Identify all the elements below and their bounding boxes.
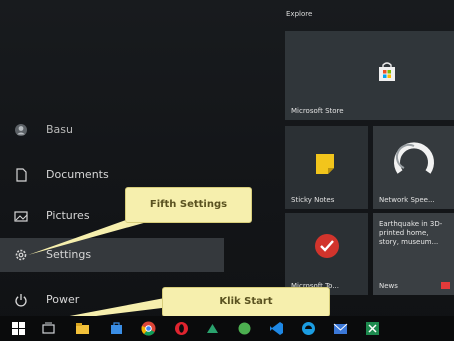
speed-gauge-icon (394, 142, 434, 174)
tile-network-speed[interactable]: Network Spee... (373, 126, 454, 209)
desktop: Basu Documents Pictures Settings Power E… (0, 0, 454, 341)
taskbar (0, 316, 454, 341)
chrome-icon[interactable] (140, 320, 157, 337)
tile-label: Microsoft Store (291, 107, 344, 115)
news-headline: Earthquake in 3D-printed home, story, mu… (379, 220, 443, 246)
tile-microsoft-store[interactable]: Microsoft Store (285, 31, 454, 120)
tile-group-title: Explore (286, 10, 313, 18)
nav-item-label: Documents (46, 168, 109, 181)
nav-item-settings[interactable]: Settings (0, 238, 224, 272)
sticky-notes-icon (316, 154, 334, 174)
vscode-icon[interactable] (268, 320, 285, 337)
nav-item-label: Basu (46, 123, 73, 136)
task-view-icon[interactable] (40, 320, 57, 337)
app-icon[interactable] (204, 320, 221, 337)
nav-item-label: Power (46, 293, 80, 306)
start-menu-nav: Basu Documents Pictures Settings Power (0, 0, 232, 316)
settings-callout: Fifth Settings (125, 187, 252, 223)
file-explorer-icon[interactable] (74, 320, 91, 337)
tile-label: Sticky Notes (291, 196, 335, 204)
mail-icon[interactable] (332, 320, 349, 337)
nav-item-label: Pictures (46, 209, 90, 222)
tile-label: News (379, 282, 398, 290)
user-icon (15, 124, 27, 136)
nav-item-label: Settings (46, 248, 92, 261)
tile-sticky-notes[interactable]: Sticky Notes (285, 126, 368, 209)
store-bag-icon (379, 62, 395, 81)
store-icon[interactable] (108, 320, 125, 337)
tile-todo[interactable]: Microsoft To... (285, 213, 368, 295)
todo-icon (315, 234, 339, 258)
tile-area: Explore Microsoft Store Sticky Notes Net… (278, 0, 454, 316)
tile-label: Network Spee... (379, 196, 435, 204)
edge-icon[interactable] (300, 320, 317, 337)
power-icon (15, 294, 27, 307)
start-callout: Klik Start (162, 287, 330, 317)
document-icon (16, 168, 27, 182)
nav-item-user[interactable]: Basu (0, 113, 232, 147)
opera-icon[interactable] (173, 320, 190, 337)
excel-icon[interactable] (364, 320, 381, 337)
green-app-icon[interactable] (236, 320, 253, 337)
gear-icon (15, 249, 27, 261)
start-icon[interactable] (10, 320, 27, 337)
pictures-icon (14, 211, 28, 222)
tile-news[interactable]: Earthquake in 3D-printed home, story, mu… (373, 213, 454, 295)
news-badge-icon (441, 282, 450, 289)
